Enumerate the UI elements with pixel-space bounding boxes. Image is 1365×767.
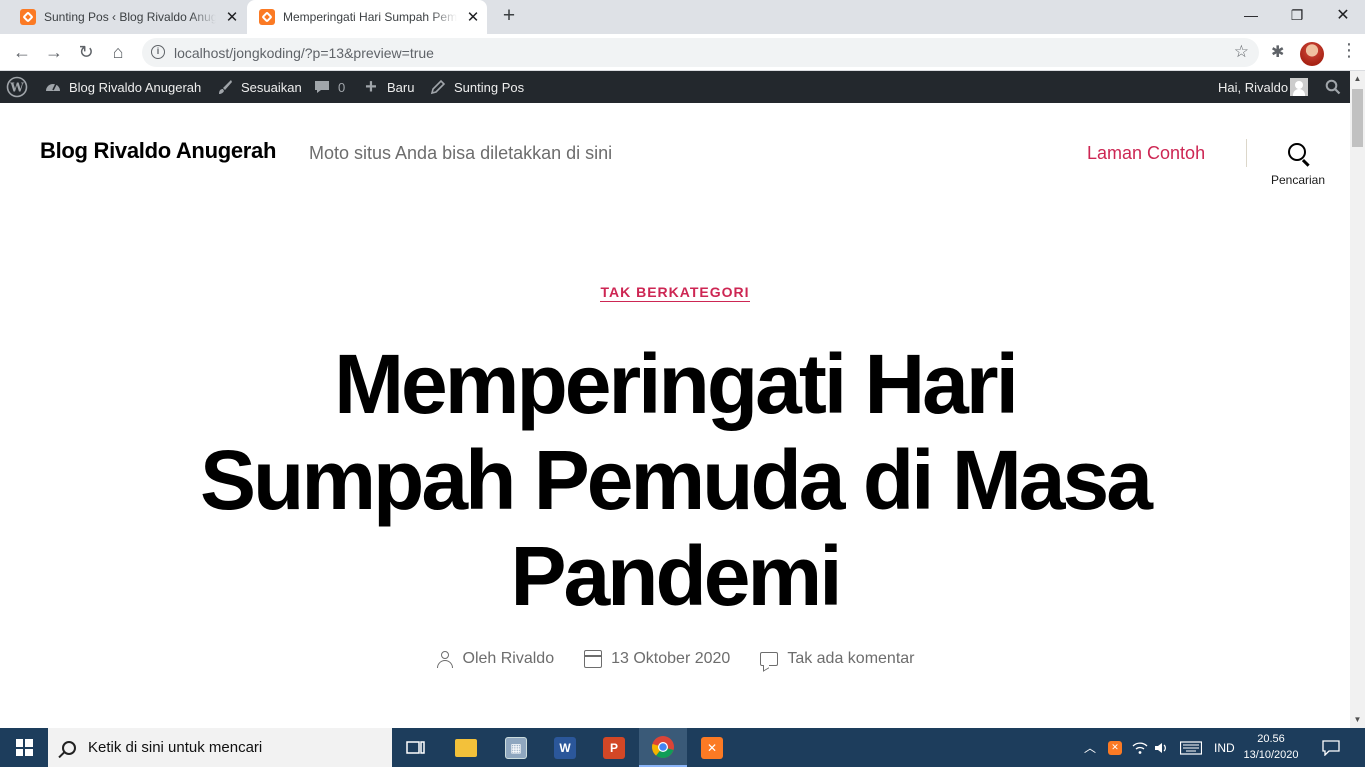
xampp-icon[interactable]: ✕ xyxy=(688,728,736,767)
tab-title: Sunting Pos ‹ Blog Rivaldo Anugerah — Wo… xyxy=(44,10,216,24)
post-category: TAK BERKATEGORI xyxy=(0,284,1350,302)
scroll-up-icon[interactable]: ▲ xyxy=(1350,71,1365,87)
restore-button[interactable]: ❐ xyxy=(1274,0,1320,30)
post-comments-text[interactable]: Tak ada komentar xyxy=(787,650,914,668)
comment-icon xyxy=(760,652,779,666)
taskbar-search-box[interactable]: Ketik di sini untuk mencari xyxy=(48,728,392,767)
extensions-icon[interactable]: ✱ xyxy=(1271,42,1284,62)
taskbar-search-placeholder: Ketik di sini untuk mencari xyxy=(88,739,263,756)
svg-text:W: W xyxy=(9,81,24,95)
browser-tab-preview[interactable]: Memperingati Hari Sumpah Pemuda di Masa … xyxy=(247,0,487,34)
keyboard-icon[interactable] xyxy=(1180,728,1202,767)
admin-edit-post-label: Sunting Pos xyxy=(454,79,525,95)
post-author-text[interactable]: Oleh Rivaldo xyxy=(463,650,555,668)
volume-icon[interactable] xyxy=(1154,728,1170,767)
post-author: Oleh Rivaldo xyxy=(436,650,555,668)
start-button[interactable] xyxy=(0,728,48,767)
task-view-icon[interactable] xyxy=(392,728,440,767)
admin-new-link[interactable]: + Baru xyxy=(362,71,414,103)
post-comments: Tak ada komentar xyxy=(760,650,915,668)
site-description: Moto situs Anda bisa diletakkan di sini xyxy=(309,143,613,163)
admin-comments-count: 0 xyxy=(338,79,346,95)
xampp-favicon-icon xyxy=(259,9,275,25)
profile-avatar[interactable] xyxy=(1300,42,1324,66)
browser-tab-strip: Sunting Pos ‹ Blog Rivaldo Anugerah — Wo… xyxy=(0,0,1365,34)
search-toggle-button[interactable]: Pencarian xyxy=(1262,138,1334,190)
scroll-down-icon[interactable]: ▼ xyxy=(1350,712,1365,728)
plus-icon: + xyxy=(365,75,377,98)
tray-xampp-icon[interactable]: ✕ xyxy=(1108,728,1122,767)
wp-admin-bar: W Blog Rivaldo Anugerah Sesuaikan 0 + Ba… xyxy=(0,71,1350,103)
url-text: localhost/jongkoding/?p=13&preview=true xyxy=(174,45,434,61)
menu-item-sample-page[interactable]: Laman Contoh xyxy=(1087,143,1205,164)
pencil-icon xyxy=(429,78,447,96)
admin-site-link[interactable]: Blog Rivaldo Anugerah xyxy=(44,71,201,103)
xampp-favicon-icon xyxy=(20,9,36,25)
close-tab-icon[interactable]: ✕ xyxy=(463,8,483,26)
wp-logo-icon[interactable]: W xyxy=(6,71,28,103)
admin-search-icon[interactable] xyxy=(1325,71,1341,103)
word-icon[interactable]: W xyxy=(541,728,589,767)
admin-new-label: Baru xyxy=(387,79,415,95)
header-divider xyxy=(1246,139,1247,167)
site-title[interactable]: Blog Rivaldo Anugerah xyxy=(40,138,276,164)
minimize-button[interactable]: — xyxy=(1228,0,1274,30)
user-icon xyxy=(436,650,454,668)
network-app-icon[interactable]: ▦ xyxy=(492,728,540,767)
tab-title: Memperingati Hari Sumpah Pemuda di Masa … xyxy=(283,10,457,24)
admin-edit-post-link[interactable]: Sunting Pos xyxy=(429,71,524,103)
brush-icon xyxy=(216,78,234,96)
bookmark-star-icon[interactable]: ☆ xyxy=(1234,42,1249,62)
page-scrollbar[interactable]: ▲ ▼ xyxy=(1350,71,1365,728)
scroll-thumb[interactable] xyxy=(1352,89,1363,147)
reload-icon[interactable]: ↻ xyxy=(72,38,100,66)
search-icon xyxy=(62,740,76,755)
language-indicator[interactable]: IND xyxy=(1214,728,1235,767)
address-bar[interactable]: i localhost/jongkoding/?p=13&preview=tru… xyxy=(142,38,1259,67)
admin-customize-label: Sesuaikan xyxy=(241,79,302,95)
browser-toolbar: ← → ↻ ⌂ i localhost/jongkoding/?p=13&pre… xyxy=(0,34,1365,71)
category-link[interactable]: TAK BERKATEGORI xyxy=(600,284,750,302)
admin-customize-link[interactable]: Sesuaikan xyxy=(216,71,302,103)
chrome-icon[interactable] xyxy=(639,728,687,767)
browser-menu-icon[interactable]: ⋮ xyxy=(1340,40,1358,61)
taskbar-clock[interactable]: 20.56 13/10/2020 xyxy=(1240,731,1302,763)
back-icon[interactable]: ← xyxy=(8,38,36,66)
forward-icon[interactable]: → xyxy=(40,38,68,66)
post-date: 13 Oktober 2020 xyxy=(584,650,730,668)
close-window-button[interactable]: ✕ xyxy=(1320,0,1365,30)
post-date-text[interactable]: 13 Oktober 2020 xyxy=(611,650,730,668)
calendar-icon xyxy=(584,650,603,668)
windows-taskbar: Ketik di sini untuk mencari ▦ W P ✕ ︿ ✕ … xyxy=(0,728,1365,767)
admin-avatar[interactable] xyxy=(1290,78,1308,96)
search-toggle-label: Pencarian xyxy=(1270,173,1326,187)
search-icon xyxy=(1288,143,1306,161)
new-tab-button[interactable]: + xyxy=(498,5,520,29)
admin-greeting: Hai, Rivaldo xyxy=(1218,79,1289,95)
admin-comments-link[interactable]: 0 xyxy=(313,71,345,103)
browser-tab-edit-post[interactable]: Sunting Pos ‹ Blog Rivaldo Anugerah — Wo… xyxy=(8,0,246,34)
wifi-icon[interactable] xyxy=(1132,728,1148,767)
notifications-icon[interactable] xyxy=(1322,728,1340,767)
home-icon[interactable]: ⌂ xyxy=(104,38,132,66)
clock-date: 13/10/2020 xyxy=(1243,749,1299,761)
admin-account-link[interactable]: Hai, Rivaldo xyxy=(1218,71,1288,103)
tray-overflow-icon[interactable]: ︿ xyxy=(1084,728,1096,767)
post-meta: Oleh Rivaldo 13 Oktober 2020 Tak ada kom… xyxy=(0,650,1350,668)
comment-bubble-icon xyxy=(313,78,331,96)
windows-logo-icon xyxy=(15,739,33,756)
admin-site-name: Blog Rivaldo Anugerah xyxy=(69,79,202,95)
clock-time: 20.56 xyxy=(1257,733,1285,745)
close-tab-icon[interactable]: ✕ xyxy=(222,8,242,26)
post-title: Memperingati Hari Sumpah Pemuda di Masa … xyxy=(200,337,1153,623)
powerpoint-icon[interactable]: P xyxy=(590,728,638,767)
dashboard-icon xyxy=(44,78,62,96)
file-explorer-icon[interactable] xyxy=(442,728,490,767)
site-info-icon[interactable]: i xyxy=(151,45,165,59)
